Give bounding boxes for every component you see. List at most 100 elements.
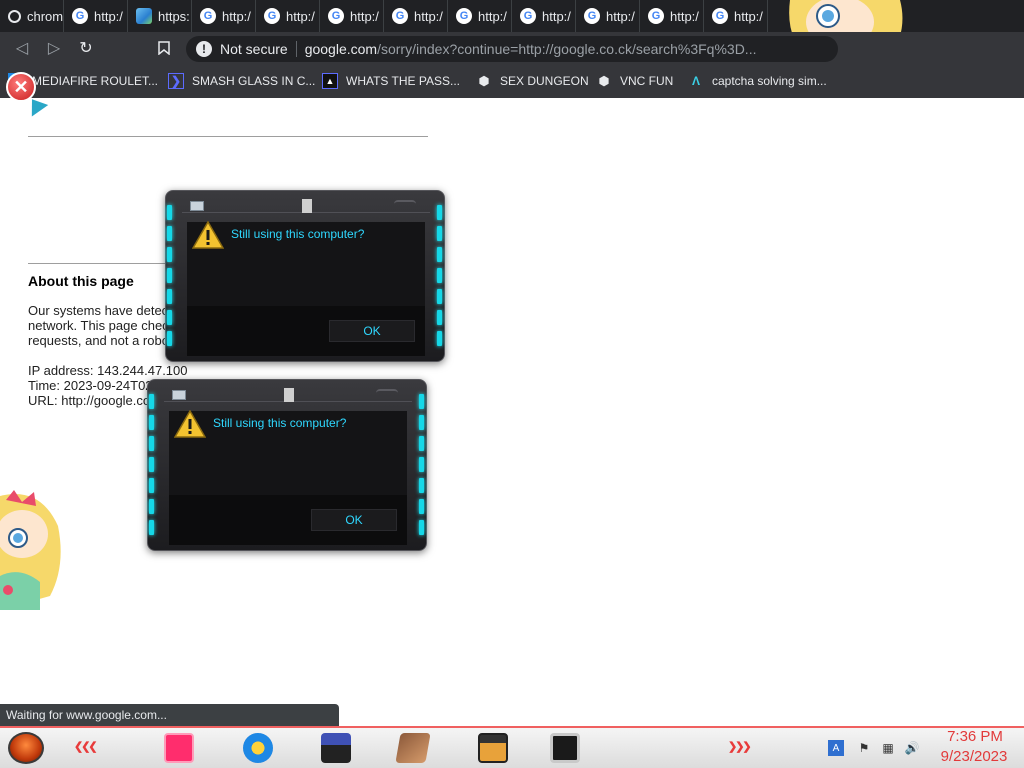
- browser-tab[interactable]: Ghttp:/: [320, 0, 384, 32]
- status-bubble: Waiting for www.google.com...: [0, 704, 339, 726]
- browser-tab[interactable]: Ghttp:/: [704, 0, 768, 32]
- calculator-app-icon[interactable]: [478, 733, 508, 763]
- ok-button[interactable]: OK: [311, 509, 397, 531]
- bookmark-label: SMASH GLASS IN C...: [192, 74, 316, 88]
- address-bar[interactable]: ! Not secure google.com/sorry/index?cont…: [186, 36, 838, 62]
- forward-button[interactable]: ▷: [38, 32, 70, 64]
- back-button[interactable]: ◁: [6, 32, 38, 64]
- tab-title: http:/: [414, 8, 443, 24]
- window-icon: [172, 390, 186, 400]
- browser-tab[interactable]: Ghttp:/: [448, 0, 512, 32]
- browser-tab[interactable]: https:: [128, 0, 192, 32]
- bookmarks-bar: MEDIAFIRE ROULET... ❯ SMASH GLASS IN C... ▲…: [0, 64, 1024, 98]
- warning-icon: [174, 410, 206, 438]
- notes-app-icon[interactable]: [164, 733, 194, 763]
- bookmark-item[interactable]: ⬢ SEX DUNGEON: [476, 72, 589, 90]
- browser-toolbar: ◁ ▷ ↻ ! Not secure google.com/sorry/inde…: [0, 32, 1024, 90]
- dialog-message: Still using this computer?: [231, 227, 365, 241]
- bookmark-label: VNC FUN: [620, 74, 674, 88]
- bookmark-item[interactable]: ❯ SMASH GLASS IN C...: [168, 72, 315, 90]
- browser-tab[interactable]: Ghttp:/: [576, 0, 640, 32]
- google-icon: G: [584, 8, 600, 24]
- browser-tab[interactable]: Ghttp:/: [512, 0, 576, 32]
- bookmark-icon: ❯: [168, 73, 184, 89]
- printer-app-icon[interactable]: [321, 733, 351, 763]
- led-strip-left: [149, 394, 155, 544]
- browser-tab[interactable]: Ghttp:/: [64, 0, 128, 32]
- drag-handle[interactable]: [284, 388, 294, 402]
- grip-icon: [394, 200, 416, 208]
- security-label: Not secure: [220, 41, 288, 57]
- tab-title: http:/: [350, 8, 379, 24]
- keyboard-icon[interactable]: A: [828, 740, 844, 756]
- bookmark-item[interactable]: ⬢ VNC FUN: [596, 72, 674, 90]
- tab-title: https:: [158, 8, 190, 24]
- decor-chevrons: ❯❯❯: [728, 741, 752, 753]
- url-path: /sorry/index?continue=http://google.co.c…: [377, 41, 757, 57]
- tab-title: http:/: [222, 8, 251, 24]
- google-icon: G: [264, 8, 280, 24]
- browser-tab[interactable]: Ghttp:/: [192, 0, 256, 32]
- ip-address: IP address: 143.244.47.100: [28, 363, 188, 378]
- bookmark-icon: ▲: [322, 73, 338, 89]
- led-strip-right: [437, 205, 443, 355]
- cube-icon: ⬢: [598, 74, 610, 88]
- flag-icon[interactable]: ⚑: [856, 740, 872, 756]
- google-icon: G: [648, 8, 664, 24]
- browser-tab[interactable]: Ghttp:/: [384, 0, 448, 32]
- tab-title: http:/: [606, 8, 635, 24]
- google-icon: G: [200, 8, 216, 24]
- tab-title: http:/: [286, 8, 315, 24]
- divider: [28, 136, 428, 137]
- browser-tab[interactable]: chrom: [0, 0, 64, 32]
- body-line: requests, and not a robo: [28, 333, 169, 348]
- ok-button[interactable]: OK: [329, 320, 415, 342]
- bookmark-star-button[interactable]: [148, 32, 180, 64]
- google-icon: G: [392, 8, 408, 24]
- drag-handle[interactable]: [302, 199, 312, 213]
- dialog-footer: OK: [169, 495, 407, 545]
- browser-tab[interactable]: Ghttp:/: [640, 0, 704, 32]
- url-line: URL: http://google.co: [28, 393, 151, 408]
- tab-title: http:/: [478, 8, 507, 24]
- browser-app-icon[interactable]: [243, 733, 273, 763]
- book-app-icon[interactable]: [395, 733, 431, 763]
- image-icon: [136, 8, 152, 24]
- body-line: network. This page chec: [28, 318, 169, 333]
- divider: [295, 41, 297, 57]
- bookmark-item[interactable]: ▲ WHATS THE PASS...: [322, 72, 460, 90]
- dialog-titlebar[interactable]: [182, 199, 430, 213]
- dialog-message: Still using this computer?: [213, 416, 347, 430]
- tab-title: chrom: [27, 8, 63, 24]
- dialog-footer: OK: [187, 306, 425, 356]
- bookmark-icon: [158, 41, 170, 55]
- about-heading: About this page: [28, 273, 134, 289]
- cube-icon: ⬢: [478, 74, 490, 88]
- bookmark-item[interactable]: Λcaptcha solving sim...: [688, 72, 827, 90]
- reload-button[interactable]: ↻: [70, 32, 102, 64]
- bookmark-label: captcha solving sim...: [712, 74, 827, 88]
- google-icon: G: [328, 8, 344, 24]
- start-button[interactable]: [8, 732, 44, 764]
- history-icon: [8, 9, 21, 23]
- info-icon[interactable]: !: [196, 41, 212, 57]
- close-icon: ✕: [6, 72, 36, 102]
- terminal-app-icon[interactable]: [550, 733, 580, 763]
- bookmark-label: MEDIAFIRE ROULET...: [32, 74, 159, 88]
- led-strip-left: [167, 205, 173, 355]
- bookmark-label: WHATS THE PASS...: [346, 74, 461, 88]
- clock-time[interactable]: 7:36 PM: [940, 728, 1010, 745]
- clock-date[interactable]: 9/23/2023: [934, 748, 1014, 765]
- browser-tab[interactable]: Ghttp:/: [256, 0, 320, 32]
- google-icon: G: [456, 8, 472, 24]
- network-icon[interactable]: ▦: [880, 740, 896, 756]
- volume-icon[interactable]: 🔊: [904, 740, 920, 756]
- warning-icon: [192, 221, 224, 249]
- url-host: google.com: [304, 41, 378, 57]
- bookmark-label: SEX DUNGEON: [500, 74, 589, 88]
- dialog-window: OK Still using this computer?: [165, 190, 445, 362]
- cartoon-character-sticker: [0, 486, 64, 610]
- dialog-titlebar[interactable]: [164, 388, 412, 402]
- google-icon: G: [712, 8, 728, 24]
- time-line: Time: 2023-09-24T02: [28, 378, 153, 393]
